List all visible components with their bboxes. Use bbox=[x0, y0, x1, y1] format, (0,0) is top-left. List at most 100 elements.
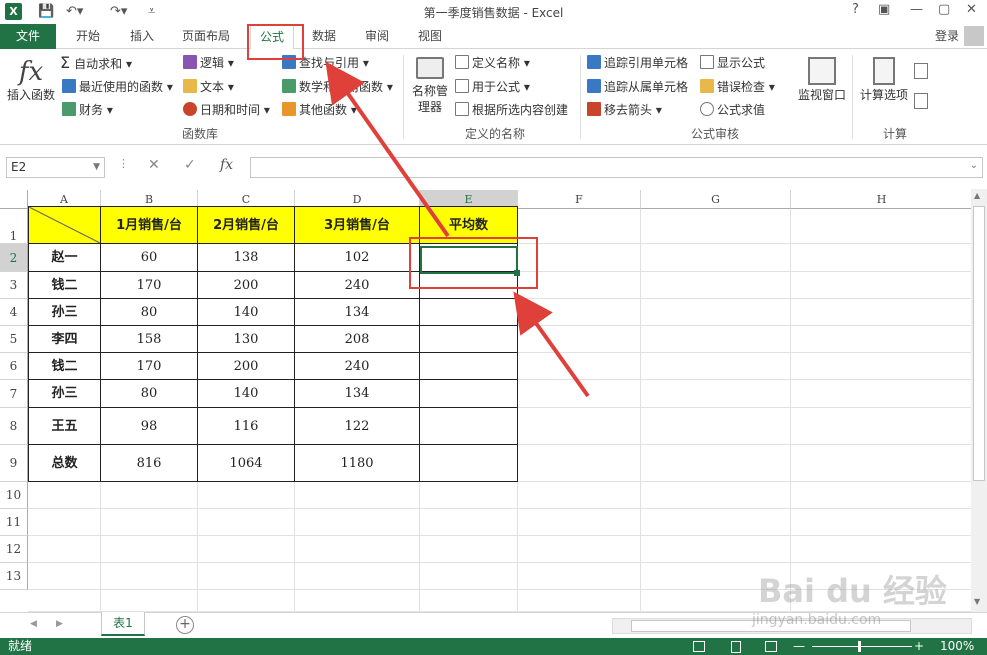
table-cell[interactable]: 140 bbox=[198, 380, 295, 408]
column-header-h[interactable]: H bbox=[791, 190, 973, 209]
table-cell[interactable]: 170 bbox=[101, 272, 198, 299]
table-cell[interactable]: 1064 bbox=[198, 445, 295, 482]
error-checking-button[interactable]: 错误检查 ▾ bbox=[700, 79, 775, 95]
math-button[interactable]: 数学和三角函数 ▾ bbox=[282, 79, 393, 95]
tab-data[interactable]: 数据 bbox=[302, 24, 346, 49]
table-cell[interactable]: 134 bbox=[295, 299, 420, 326]
calc-now-icon[interactable] bbox=[914, 63, 928, 79]
row-header-8[interactable]: 8 bbox=[0, 408, 28, 445]
table-cell[interactable]: 80 bbox=[101, 380, 198, 408]
use-in-formula-button[interactable]: 用于公式 ▾ bbox=[455, 79, 530, 95]
datetime-button[interactable]: 日期和时间 ▾ bbox=[183, 102, 270, 118]
row-header-4[interactable]: 4 bbox=[0, 299, 28, 326]
table-cell[interactable]: 王五 bbox=[29, 408, 101, 445]
text-button[interactable]: 文本 ▾ bbox=[183, 79, 234, 95]
sheet-tab-1[interactable]: 表1 bbox=[101, 612, 145, 636]
row-header-3[interactable]: 3 bbox=[0, 272, 28, 299]
insert-function-button[interactable]: fx 插入函数 bbox=[6, 57, 56, 103]
cancel-icon[interactable]: ✕ bbox=[148, 157, 160, 173]
table-cell[interactable]: 60 bbox=[101, 244, 198, 272]
autosum-button[interactable]: Σ 自动求和 ▾ bbox=[60, 55, 132, 72]
row-header-10[interactable]: 10 bbox=[0, 482, 28, 509]
table-cell[interactable] bbox=[420, 408, 518, 445]
table-cell[interactable]: 1180 bbox=[295, 445, 420, 482]
table-cell[interactable]: 134 bbox=[295, 380, 420, 408]
row-header-9[interactable]: 9 bbox=[0, 445, 28, 482]
normal-view-icon[interactable] bbox=[693, 641, 705, 652]
trace-dependents-button[interactable]: 追踪从属单元格 bbox=[587, 79, 688, 95]
next-sheet-icon[interactable]: ▶ bbox=[56, 619, 63, 629]
table-cell[interactable]: 140 bbox=[198, 299, 295, 326]
table-cell[interactable]: 钱二 bbox=[29, 353, 101, 380]
table-cell[interactable]: 116 bbox=[198, 408, 295, 445]
header-cell[interactable]: 1月销售/台 bbox=[101, 207, 198, 244]
row-header-13[interactable]: 13 bbox=[0, 563, 28, 590]
row-header-5[interactable]: 5 bbox=[0, 326, 28, 353]
tab-review[interactable]: 审阅 bbox=[355, 24, 399, 49]
insert-function-icon[interactable]: fx bbox=[220, 157, 233, 173]
vertical-scrollbar[interactable]: ▲ ▼ bbox=[971, 189, 987, 612]
table-cell[interactable]: 240 bbox=[295, 353, 420, 380]
tab-file[interactable]: 文件 bbox=[0, 24, 56, 49]
remove-arrows-button[interactable]: 移去箭头 ▾ bbox=[587, 102, 662, 118]
define-name-button[interactable]: 定义名称 ▾ bbox=[455, 55, 530, 71]
table-cell[interactable]: 102 bbox=[295, 244, 420, 272]
tab-page-layout[interactable]: 页面布局 bbox=[172, 24, 240, 49]
table-cell[interactable]: 138 bbox=[198, 244, 295, 272]
name-box[interactable]: E2 ▼ bbox=[6, 157, 105, 178]
column-header-f[interactable]: F bbox=[518, 190, 641, 209]
select-all-corner[interactable] bbox=[0, 190, 28, 209]
watch-window-button[interactable]: 监视窗口 bbox=[796, 57, 848, 103]
formula-input[interactable]: ⌄ bbox=[250, 157, 983, 178]
table-cell[interactable] bbox=[420, 445, 518, 482]
table-cell[interactable]: 98 bbox=[101, 408, 198, 445]
row-header-7[interactable]: 7 bbox=[0, 380, 28, 408]
close-icon[interactable]: ✕ bbox=[966, 2, 977, 17]
table-cell[interactable]: 158 bbox=[101, 326, 198, 353]
table-cell[interactable]: 80 bbox=[101, 299, 198, 326]
login-link[interactable]: 登录 bbox=[935, 24, 959, 49]
help-icon[interactable]: ? bbox=[852, 2, 859, 17]
row-header-6[interactable]: 6 bbox=[0, 353, 28, 380]
table-cell[interactable] bbox=[420, 380, 518, 408]
column-header-g[interactable]: G bbox=[641, 190, 791, 209]
table-cell[interactable] bbox=[420, 326, 518, 353]
table-cell[interactable]: 总数 bbox=[29, 445, 101, 482]
tab-home[interactable]: 开始 bbox=[66, 24, 110, 49]
add-sheet-button[interactable]: + bbox=[176, 616, 194, 634]
table-cell[interactable]: 208 bbox=[295, 326, 420, 353]
scroll-thumb[interactable] bbox=[973, 206, 985, 481]
zoom-out-icon[interactable]: — bbox=[793, 638, 805, 655]
table-cell[interactable]: 孙三 bbox=[29, 380, 101, 408]
calc-options-button[interactable]: 计算选项 bbox=[858, 57, 910, 103]
scroll-down-icon[interactable]: ▼ bbox=[974, 597, 980, 606]
trace-precedents-button[interactable]: 追踪引用单元格 bbox=[587, 55, 688, 71]
avatar[interactable] bbox=[964, 26, 984, 46]
minimize-icon[interactable]: — bbox=[910, 2, 923, 17]
table-cell[interactable]: 孙三 bbox=[29, 299, 101, 326]
zoom-in-icon[interactable]: + bbox=[914, 638, 924, 655]
header-cell[interactable]: 3月销售/台 bbox=[295, 207, 420, 244]
ribbon-display-icon[interactable]: ▣ bbox=[878, 2, 890, 17]
page-layout-view-icon[interactable] bbox=[731, 641, 741, 653]
row-header-12[interactable]: 12 bbox=[0, 536, 28, 563]
row-header-2[interactable]: 2 bbox=[0, 244, 28, 272]
show-formulas-button[interactable]: 显示公式 bbox=[700, 55, 765, 71]
page-break-view-icon[interactable] bbox=[765, 641, 777, 652]
table-cell[interactable]: 122 bbox=[295, 408, 420, 445]
prev-sheet-icon[interactable]: ◀ bbox=[30, 619, 37, 629]
table-cell[interactable] bbox=[420, 353, 518, 380]
table-cell[interactable]: 李四 bbox=[29, 326, 101, 353]
more-functions-button[interactable]: 其他函数 ▾ bbox=[282, 102, 357, 118]
zoom-slider-thumb[interactable] bbox=[858, 641, 861, 652]
table-cell[interactable]: 240 bbox=[295, 272, 420, 299]
table-cell[interactable]: 200 bbox=[198, 353, 295, 380]
table-cell[interactable]: 130 bbox=[198, 326, 295, 353]
calc-sheet-icon[interactable] bbox=[914, 93, 928, 109]
table-cell[interactable] bbox=[420, 299, 518, 326]
header-cell[interactable]: 2月销售/台 bbox=[198, 207, 295, 244]
evaluate-formula-button[interactable]: 公式求值 bbox=[700, 102, 765, 118]
name-manager-button[interactable]: 名称管理器 bbox=[408, 57, 452, 115]
tab-view[interactable]: 视图 bbox=[408, 24, 452, 49]
zoom-level[interactable]: 100% bbox=[940, 638, 974, 655]
